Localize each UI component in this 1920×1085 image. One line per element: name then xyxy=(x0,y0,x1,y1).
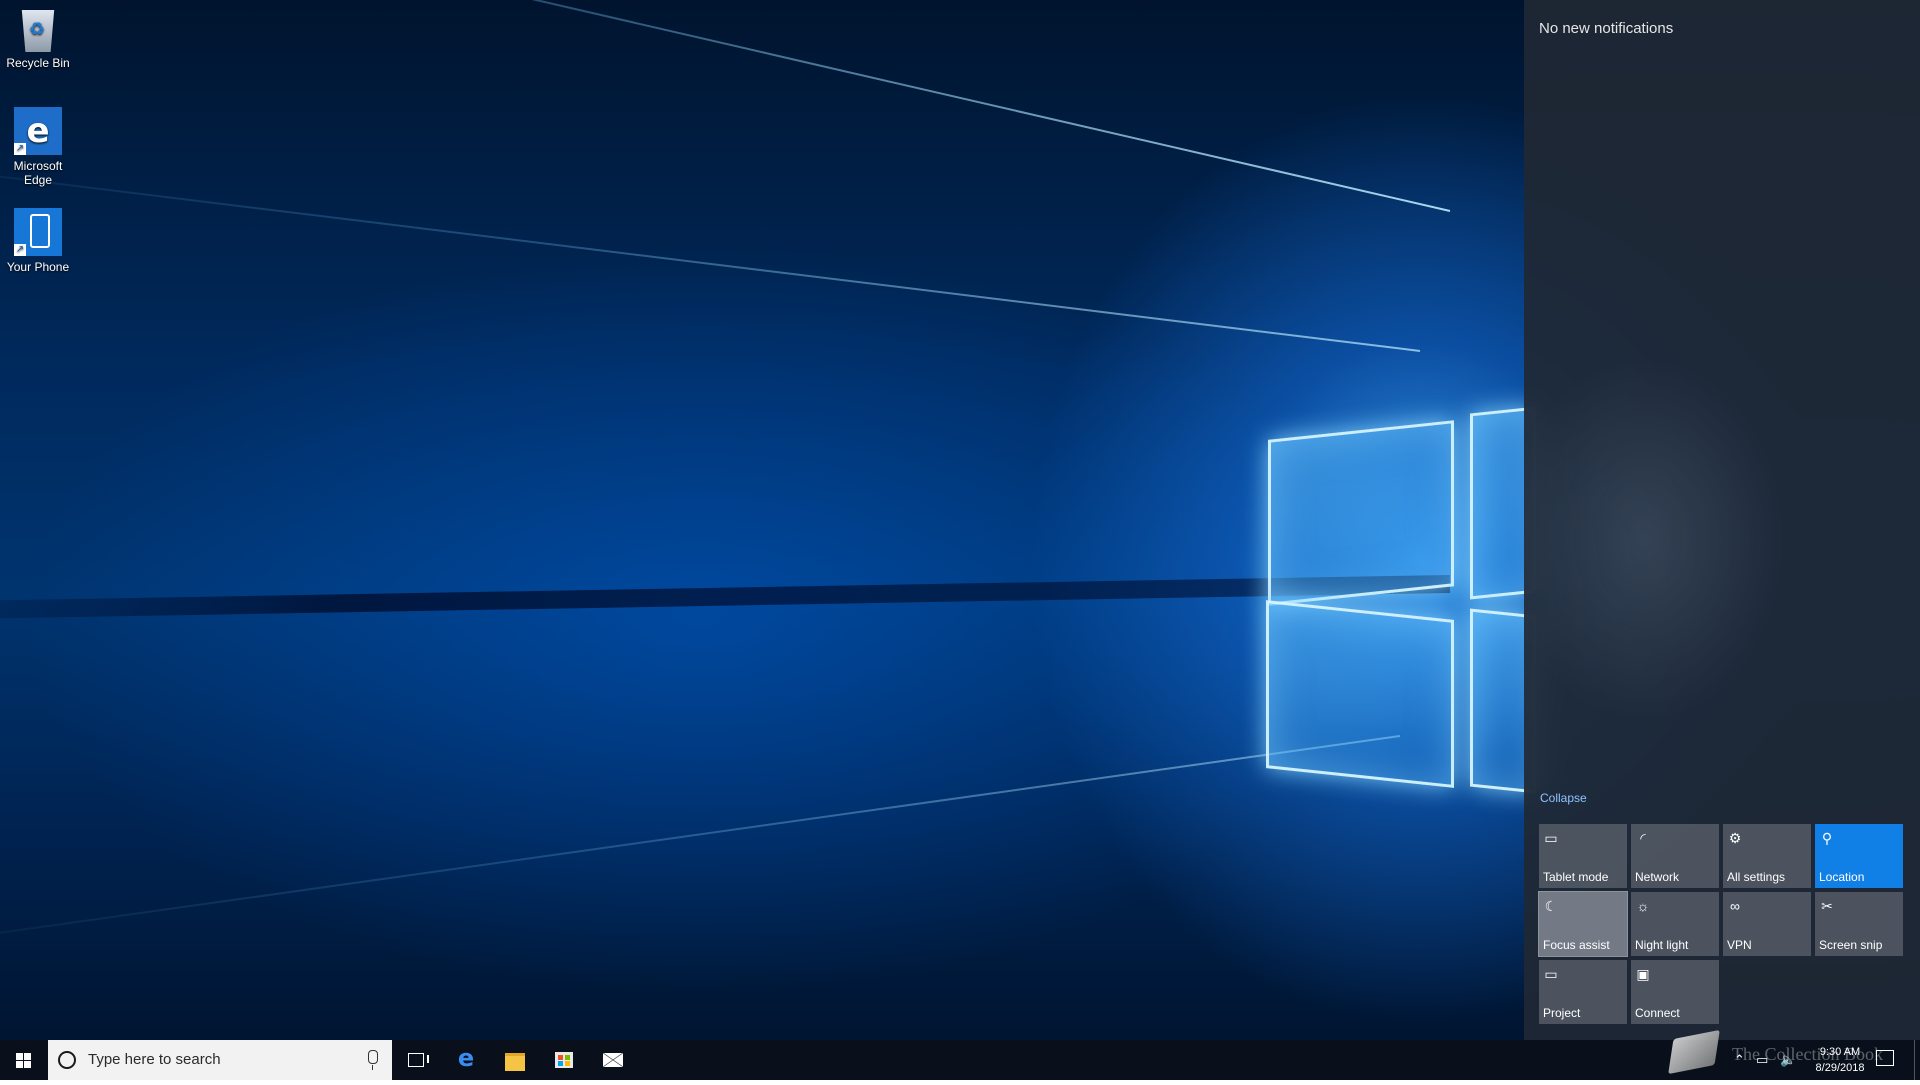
gear-icon: ⚙ xyxy=(1728,830,1742,846)
quick-action-focus-assist[interactable]: ☾ Focus assist xyxy=(1538,891,1628,957)
screen-snip-icon: ✂ xyxy=(1821,898,1833,914)
quick-action-all-settings[interactable]: ⚙ All settings xyxy=(1723,824,1811,888)
location-icon: ⚲ xyxy=(1821,830,1833,846)
quick-action-location[interactable]: ⚲ Location xyxy=(1815,824,1903,888)
quick-action-label: Tablet mode xyxy=(1543,870,1609,884)
action-center-panel: No new notifications Collapse ▭ Tablet m… xyxy=(1524,0,1920,1040)
edge-icon: e ↗ xyxy=(14,107,62,155)
quick-action-label: Night light xyxy=(1635,938,1689,952)
network-icon: ◜ xyxy=(1640,830,1646,846)
watermark: The Collection Book xyxy=(1668,1029,1912,1080)
project-icon: ▭ xyxy=(1544,966,1558,982)
wallpaper-light-beam xyxy=(0,0,1451,212)
quick-action-project[interactable]: ▭ Project xyxy=(1539,960,1627,1024)
phone-icon: ↗ xyxy=(14,208,62,256)
taskbar-mail-button[interactable] xyxy=(589,1040,637,1080)
shortcut-arrow-icon: ↗ xyxy=(14,244,26,256)
quick-action-label: Connect xyxy=(1635,1006,1680,1020)
vpn-icon: ∞ xyxy=(1730,898,1740,914)
desktop-icon-your-phone[interactable]: ↗ Your Phone xyxy=(0,208,76,274)
quick-action-label: Network xyxy=(1635,870,1680,884)
moon-icon: ☾ xyxy=(1544,898,1558,914)
quick-action-tablet-mode[interactable]: ▭ Tablet mode xyxy=(1539,824,1627,888)
quick-action-label: Location xyxy=(1819,870,1865,884)
quick-action-label: All settings xyxy=(1727,870,1786,884)
search-placeholder: Type here to search xyxy=(88,1051,221,1068)
taskbar-store-button[interactable] xyxy=(540,1040,588,1080)
wallpaper-window-pane xyxy=(1268,420,1454,606)
start-button[interactable] xyxy=(0,1040,48,1080)
task-view-button[interactable] xyxy=(392,1040,440,1080)
tablet-mode-icon: ▭ xyxy=(1544,830,1558,846)
quick-action-network[interactable]: ◜ Network xyxy=(1631,824,1719,888)
wallpaper-shadow-band xyxy=(0,575,1451,621)
search-box[interactable]: Type here to search xyxy=(48,1040,392,1080)
no-notifications-message: No new notifications xyxy=(1539,20,1674,37)
windows-logo-icon xyxy=(16,1053,32,1068)
quick-action-label: Screen snip xyxy=(1819,938,1883,952)
book-logo-icon xyxy=(1668,1029,1720,1075)
quick-action-screen-snip[interactable]: ✂ Screen snip xyxy=(1815,892,1903,956)
desktop-icon-label: Microsoft Edge xyxy=(13,159,63,187)
show-desktop-button[interactable] xyxy=(1914,1040,1920,1080)
quick-action-vpn[interactable]: ∞ VPN xyxy=(1723,892,1811,956)
wallpaper-light-beam xyxy=(0,155,1421,352)
quick-action-night-light[interactable]: ☼ Night light xyxy=(1631,892,1719,956)
watermark-text: The Collection Book xyxy=(1732,1044,1883,1064)
store-icon xyxy=(555,1052,573,1068)
quick-action-label: VPN xyxy=(1727,938,1752,952)
desktop-icon-label: Recycle Bin xyxy=(6,56,70,70)
recycle-bin-icon xyxy=(21,10,55,52)
microphone-icon[interactable] xyxy=(368,1050,378,1070)
wallpaper-light-beam xyxy=(0,735,1401,960)
edge-icon: e xyxy=(457,1044,475,1072)
folder-icon xyxy=(505,1053,525,1071)
quick-action-label: Project xyxy=(1543,1006,1581,1020)
task-view-icon xyxy=(408,1053,429,1067)
sun-icon: ☼ xyxy=(1636,898,1650,914)
collapse-link[interactable]: Collapse xyxy=(1540,791,1587,805)
quick-action-connect[interactable]: ▣ Connect xyxy=(1631,960,1719,1024)
taskbar-edge-button[interactable]: e xyxy=(442,1040,490,1080)
taskbar: Type here to search e ⌃ ▭ 🔈 9:30 AM 8/29… xyxy=(0,1040,1920,1080)
connect-icon: ▣ xyxy=(1636,966,1650,982)
quick-actions-grid: ▭ Tablet mode ◜ Network ⚙ All settings ⚲… xyxy=(1538,824,1903,1024)
quick-action-label: Focus assist xyxy=(1543,938,1610,952)
desktop-icon-microsoft-edge[interactable]: e ↗ Microsoft Edge xyxy=(0,107,76,187)
cortana-circle-icon xyxy=(58,1051,76,1069)
taskbar-file-explorer-button[interactable] xyxy=(491,1040,539,1080)
desktop-icon-label: Your Phone xyxy=(6,260,70,274)
wallpaper-window-pane xyxy=(1266,600,1454,788)
desktop-icon-recycle-bin[interactable]: Recycle Bin xyxy=(0,8,76,70)
mail-icon xyxy=(603,1053,623,1067)
shortcut-arrow-icon: ↗ xyxy=(14,143,26,155)
